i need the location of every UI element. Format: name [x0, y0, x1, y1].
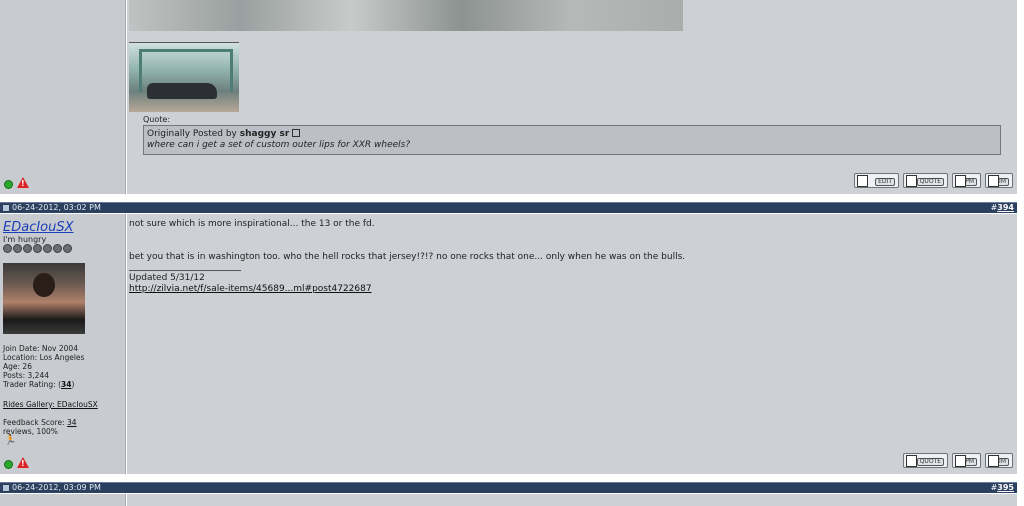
post-sidebar: EDacIouSX I'm hungry Join Date: Nov 2004… [0, 214, 126, 474]
post-body-line-2: bet you that is in washington too. who t… [129, 252, 686, 262]
im-button[interactable]: IM [985, 173, 1013, 188]
post-content: Quote: Originally Posted by shaggy sr wh… [127, 0, 1017, 194]
join-date: Join Date: Nov 2004 [3, 344, 78, 353]
post-number-link[interactable]: 395 [997, 483, 1014, 492]
reputation-icons [3, 244, 73, 256]
car-shape [147, 83, 217, 99]
signature-link[interactable]: http://zilvia.net/f/sale-items/45689...m… [129, 284, 372, 294]
im-button[interactable]: IM [985, 453, 1013, 468]
rides-gallery-link[interactable]: Rides Gallery: EDacIouSX [3, 400, 98, 409]
post-date: 06-24-2012, 03:02 PM [3, 203, 101, 213]
trader-rating: Trader Rating: (34) [3, 380, 75, 389]
post-date: 06-24-2012, 03:09 PM [3, 483, 101, 493]
post-content [127, 494, 1017, 506]
avatar-figure [33, 273, 55, 297]
post-content: not sure which is more inspirational... … [127, 214, 1017, 474]
pm-icon [955, 175, 966, 187]
user-avatar[interactable] [3, 263, 85, 334]
edit-icon [857, 175, 868, 187]
view-post-icon[interactable] [292, 129, 301, 137]
online-status-icon [4, 460, 13, 469]
username-link[interactable]: EDacIouSX [3, 220, 74, 235]
runner-icon: 🏃 [4, 435, 17, 446]
post-number-link[interactable]: 394 [997, 203, 1014, 212]
post-395 [0, 494, 1017, 506]
signature-text: Updated 5/31/12 [129, 273, 205, 283]
quote-prefix: Originally Posted by [147, 129, 237, 139]
quote-box: Originally Posted by shaggy sr where can… [143, 125, 1001, 155]
quote-author: shaggy sr [239, 129, 290, 139]
post-number: #394 [991, 203, 1014, 213]
post-394: EDacIouSX I'm hungry Join Date: Nov 2004… [0, 214, 1017, 474]
report-post-icon[interactable] [17, 177, 29, 188]
post-previous: Quote: Originally Posted by shaggy sr wh… [0, 0, 1017, 194]
age: Age: 26 [3, 362, 32, 371]
quote-label: Quote: [143, 115, 171, 124]
post-header-395: 06-24-2012, 03:09 PM #395 [0, 482, 1017, 493]
post-number: #395 [991, 483, 1014, 493]
quote-icon [906, 175, 917, 187]
location: Location: Los Angeles [3, 353, 85, 362]
quote-button[interactable]: QUOTE [903, 173, 948, 188]
edit-button[interactable]: EDIT [854, 173, 899, 188]
report-post-icon[interactable] [17, 457, 29, 468]
im-icon [988, 175, 999, 187]
signature-divider [129, 270, 241, 271]
post-body-line-1: not sure which is more inspirational... … [129, 219, 375, 229]
post-status [4, 177, 34, 189]
pm-button[interactable]: PM [952, 173, 981, 188]
user-title: I'm hungry [3, 235, 47, 244]
post-count: Posts: 3,244 [3, 371, 49, 380]
post-sidebar [0, 494, 126, 506]
quote-button[interactable]: QUOTE [903, 453, 948, 468]
post-sidebar [0, 0, 126, 194]
post-header-394: 06-24-2012, 03:02 PM #394 [0, 202, 1017, 213]
pm-icon [955, 455, 966, 467]
online-status-icon [4, 180, 13, 189]
post-status [4, 457, 34, 469]
pm-button[interactable]: PM [952, 453, 981, 468]
trader-rating-link[interactable]: 34 [61, 380, 71, 389]
embedded-image-top[interactable] [129, 0, 683, 31]
feedback-score: Feedback Score: 34 [3, 418, 77, 427]
quote-text: where can i get a set of custom outer li… [147, 140, 411, 150]
im-icon [988, 455, 999, 467]
feedback-score-link[interactable]: 34 [67, 418, 77, 427]
quote-icon [906, 455, 917, 467]
embedded-car-photo[interactable] [129, 42, 239, 112]
